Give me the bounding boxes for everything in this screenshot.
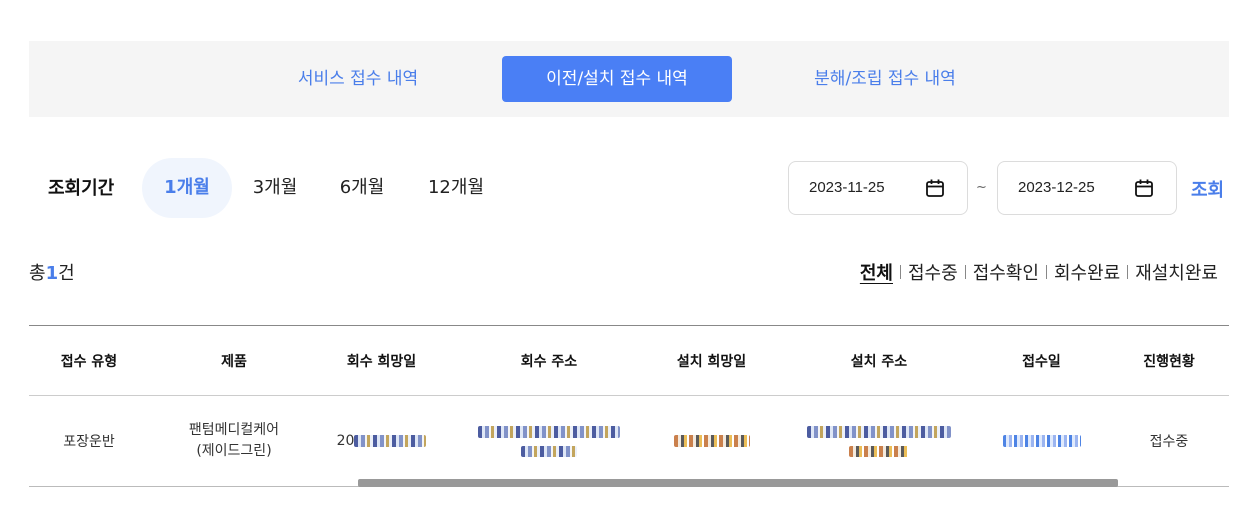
calendar-icon[interactable] <box>925 178 945 198</box>
row-product-color: (제이드그린) <box>196 443 272 459</box>
table-row[interactable]: 포장운반 팬텀메디컬케어 (제이드그린) 20 접수중 <box>29 396 1229 487</box>
header-install-date: 설치 희망일 <box>676 353 747 370</box>
row-reception-type: 포장운반 <box>63 434 115 450</box>
row-product: 팬텀메디컬케어 (제이드그린) <box>159 396 309 486</box>
filter-pickup-complete[interactable]: 회수완료 <box>1054 259 1120 285</box>
row-pickup-address <box>459 396 639 486</box>
header-install-address: 설치 주소 <box>850 353 908 370</box>
row-pickup-date: 20 <box>319 396 444 486</box>
row-product-name: 팬텀메디컬케어 <box>188 422 280 438</box>
redacted-reception-date <box>1002 435 1081 447</box>
total-prefix: 총 <box>29 263 46 284</box>
divider <box>900 265 901 279</box>
reception-table: 접수 유형 제품 회수 희망일 회수 주소 설치 희망일 설치 주소 접수일 진… <box>29 325 1229 487</box>
table-header: 접수 유형 제품 회수 희망일 회수 주소 설치 희망일 설치 주소 접수일 진… <box>29 326 1229 396</box>
end-date-value: 2023-12-25 <box>1018 179 1095 196</box>
tab-disassembly-assembly-reception[interactable]: 분해/조립 접수 내역 <box>785 56 985 102</box>
period-6-months-button[interactable]: 6개월 <box>327 158 397 218</box>
total-count: 총1건 <box>29 259 75 285</box>
filter-received-confirmed[interactable]: 접수확인 <box>973 259 1039 285</box>
divider <box>1045 265 1047 279</box>
divider <box>964 265 966 279</box>
redacted-install-address-line1 <box>807 425 951 438</box>
redacted-install-address-line2 <box>849 445 909 457</box>
redacted-pickup-date <box>354 435 427 447</box>
row-install-date <box>649 396 774 486</box>
row-install-address <box>789 396 969 486</box>
filter-reinstall-complete[interactable]: 재설치완료 <box>1135 259 1218 285</box>
row-progress-status: 접수중 <box>1149 434 1189 450</box>
tab-relocation-install-reception[interactable]: 이전/설치 접수 내역 <box>502 56 732 102</box>
tab-service-reception[interactable]: 서비스 접수 내역 <box>258 56 458 102</box>
calendar-icon[interactable] <box>1134 178 1154 198</box>
total-number: 1 <box>45 263 59 284</box>
header-pickup-address: 회수 주소 <box>520 353 578 370</box>
header-product: 제품 <box>221 353 247 370</box>
search-button[interactable]: 조회 <box>1191 176 1224 202</box>
header-progress-status: 진행현황 <box>1143 353 1195 370</box>
end-date-field[interactable]: 2023-12-25 <box>997 161 1177 215</box>
start-date-value: 2023-11-25 <box>809 179 885 196</box>
redacted-pickup-address-line1 <box>478 425 620 438</box>
header-pickup-date: 회수 희망일 <box>346 353 417 370</box>
period-label: 조회기간 <box>48 178 115 199</box>
filter-all[interactable]: 전체 <box>860 259 893 285</box>
header-reception-date: 접수일 <box>1022 353 1061 370</box>
redacted-pickup-address-line2 <box>521 445 577 457</box>
divider <box>1127 265 1129 279</box>
horizontal-scrollbar[interactable] <box>358 479 1118 487</box>
period-1-month-button[interactable]: 1개월 <box>142 158 232 218</box>
status-filters: 전체 접수중 접수확인 회수완료 재설치완료 <box>860 259 1218 285</box>
header-reception-type: 접수 유형 <box>60 353 118 370</box>
redacted-install-date <box>673 435 750 447</box>
date-range-separator: ~ <box>976 180 987 195</box>
reception-type-tabs: 서비스 접수 내역 이전/설치 접수 내역 분해/조립 접수 내역 <box>29 41 1229 117</box>
row-pickup-date-prefix: 20 <box>336 433 355 449</box>
filter-receiving[interactable]: 접수중 <box>908 259 958 285</box>
start-date-field[interactable]: 2023-11-25 <box>788 161 968 215</box>
period-12-months-button[interactable]: 12개월 <box>418 158 494 218</box>
total-suffix: 건 <box>58 263 75 284</box>
period-3-months-button[interactable]: 3개월 <box>240 158 310 218</box>
row-reception-date <box>979 396 1104 486</box>
